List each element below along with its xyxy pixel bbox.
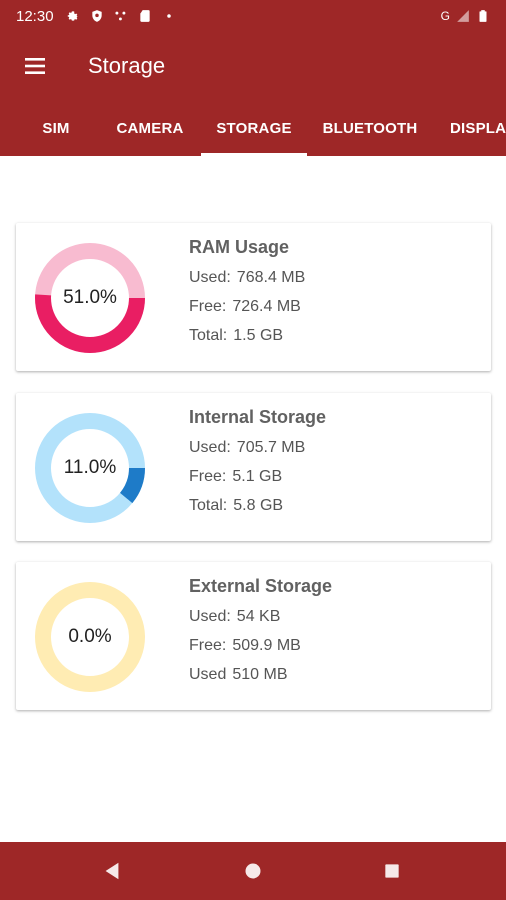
total-row: Total: 1.5 GB [189, 327, 283, 345]
ram-usage-card: 51.0% RAM Usage Used: 768.4 MB Free: 726.4… [16, 223, 491, 371]
external-storage-card: 0.0% External Storage Used: 54 KB Free: 50… [16, 562, 491, 710]
used-row: Used: 768.4 MB [189, 269, 305, 287]
total-row: Used 510 MB [189, 666, 288, 684]
card-title: External Storage [189, 576, 333, 596]
app-bar: Storage [0, 32, 506, 100]
donut-percent: 11.0% [63, 457, 117, 478]
internal-storage-card: 11.0% Internal Storage Used: 705.7 MB Fre… [16, 393, 491, 541]
row-value: 5.8 GB [233, 497, 284, 514]
row-value: 509.9 MB [232, 637, 301, 654]
row-label: Free: [189, 468, 227, 485]
external-donut-chart: 0.0% [35, 582, 145, 692]
network-type: G [440, 9, 450, 23]
internal-donut-chart: 11.0% [35, 413, 145, 523]
tab-bluetooth-label: BLUETOOTH [322, 119, 418, 137]
back-icon [105, 862, 119, 880]
used-row: Used: 54 KB [189, 608, 280, 626]
card-title: RAM Usage [189, 237, 290, 257]
menu-button[interactable] [0, 32, 70, 100]
network-dots-icon [115, 11, 125, 21]
tab-sim[interactable]: SIM [16, 100, 96, 156]
row-value: 726.4 MB [232, 298, 301, 315]
row-value: 5.1 GB [232, 468, 283, 485]
row-label: Used: [189, 269, 231, 286]
dot-icon [166, 14, 171, 18]
sd-card-icon [139, 10, 150, 22]
tab-sim-label: SIM [42, 119, 70, 137]
home-button[interactable] [223, 842, 283, 900]
status-time: 12:30 [16, 7, 54, 25]
status-bar: 12:30 G [0, 0, 506, 32]
tab-display[interactable]: DISPLA [440, 100, 506, 156]
tab-storage[interactable]: STORAGE [201, 100, 307, 156]
donut-percent: 51.0% [63, 287, 117, 308]
recents-button[interactable] [362, 842, 422, 900]
shield-icon [91, 10, 102, 22]
row-value: 768.4 MB [236, 269, 306, 286]
tab-bar: SIM CAMERA STORAGE BLUETOOTH DISPLA [0, 100, 506, 156]
free-row: Free: 5.1 GB [189, 468, 282, 486]
battery-icon [479, 10, 487, 22]
tab-bluetooth[interactable]: BLUETOOTH [310, 100, 430, 156]
row-label: Used: [189, 439, 231, 456]
tab-display-label: DISPLA [450, 119, 506, 137]
used-row: Used: 705.7 MB [189, 439, 305, 457]
page-title: Storage [88, 53, 166, 78]
signal-icon [457, 10, 469, 22]
total-row: Total: 5.8 GB [189, 497, 283, 515]
free-row: Free: 726.4 MB [189, 298, 301, 316]
hamburger-menu-icon [25, 58, 45, 74]
row-value: 54 KB [236, 608, 281, 625]
row-label: Used: [189, 608, 231, 625]
donut-percent: 0.0% [68, 626, 112, 647]
row-value: 1.5 GB [233, 327, 284, 344]
row-label: Free: [189, 298, 227, 315]
row-label: Free: [189, 637, 227, 654]
home-icon [245, 863, 261, 879]
row-label: Total: [189, 327, 228, 344]
card-title: Internal Storage [189, 407, 327, 427]
row-value: 510 MB [232, 666, 288, 683]
row-label: Used [189, 666, 227, 683]
recents-icon [385, 864, 399, 878]
ram-donut-chart: 51.0% [35, 243, 145, 353]
back-button[interactable] [82, 842, 142, 900]
gear-icon [67, 11, 78, 21]
row-label: Total: [189, 497, 228, 514]
navigation-bar [0, 842, 506, 900]
tab-camera-label: CAMERA [116, 119, 184, 137]
tab-camera[interactable]: CAMERA [100, 100, 200, 156]
free-row: Free: 509.9 MB [189, 637, 301, 655]
row-value: 705.7 MB [236, 439, 306, 456]
tab-storage-label: STORAGE [216, 119, 292, 137]
